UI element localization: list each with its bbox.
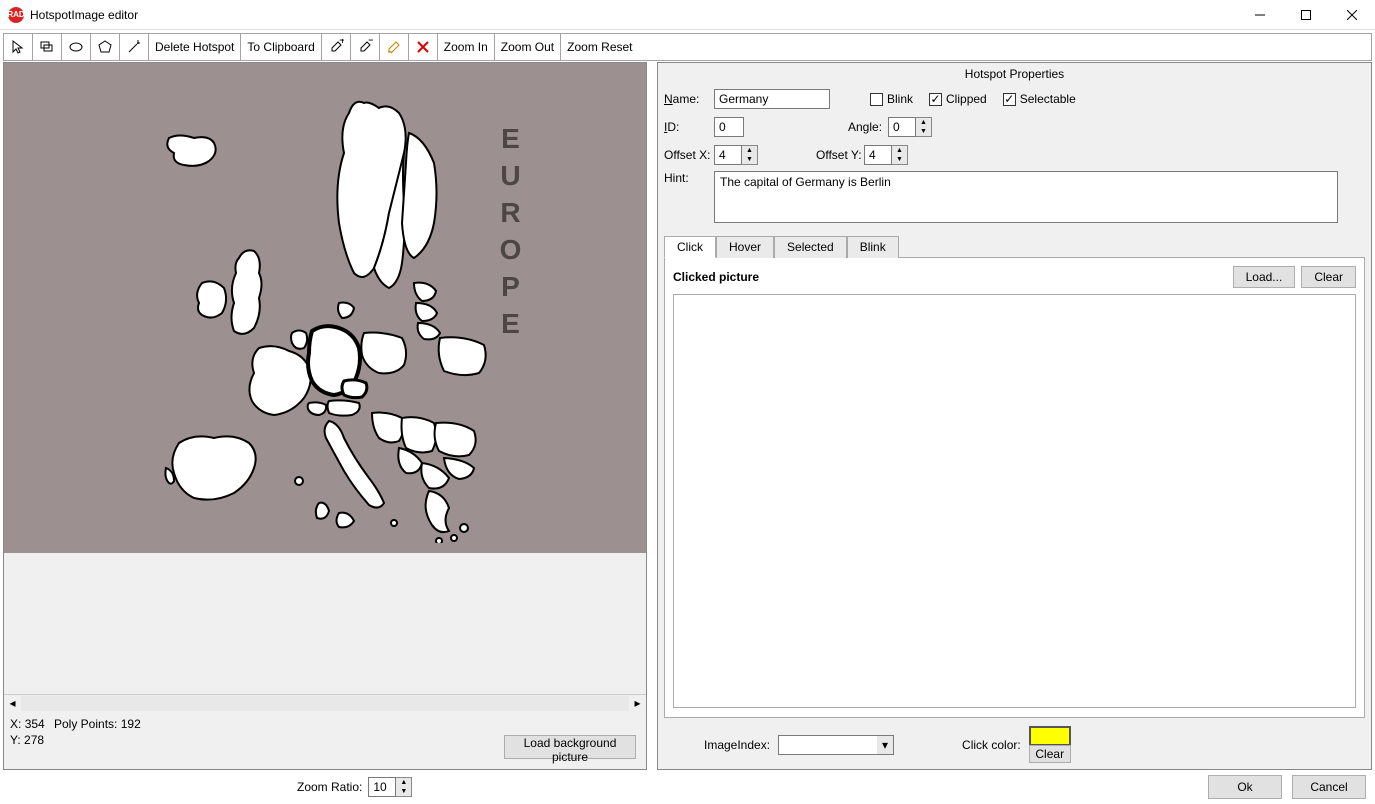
name-label: Name: [664,92,714,106]
panel-title: Hotspot Properties [664,65,1365,87]
pen-add-tool[interactable]: + [322,34,351,60]
offsety-input[interactable] [864,145,892,165]
offsety-spinner[interactable]: ▲▼ [892,145,908,165]
angle-spinner[interactable]: ▲▼ [916,117,932,137]
clear-color-button[interactable]: Clear [1029,745,1071,763]
offsety-label: Offset Y: [816,148,864,162]
delete-x-tool[interactable] [409,34,438,60]
pen-add-icon: + [328,39,344,55]
checkbox-icon: ✓ [1003,93,1016,106]
scroll-left-arrow[interactable]: ◂ [4,695,21,712]
pointer-icon [10,39,26,55]
pen-remove-icon: − [357,39,373,55]
polygon-icon [97,39,113,55]
click-color-swatch[interactable] [1029,726,1071,746]
tab-click[interactable]: Click [664,236,716,258]
maximize-icon [1301,10,1311,20]
edit-tool[interactable] [380,34,409,60]
blink-checkbox[interactable]: Blink [870,92,913,106]
tab-hover[interactable]: Hover [716,236,774,258]
clipped-checkbox[interactable]: ✓ Clipped [929,92,987,106]
load-background-button[interactable]: Load background picture [504,735,636,759]
rectangle-icon [39,39,55,55]
load-picture-button[interactable]: Load... [1233,266,1296,288]
checkbox-icon: ✓ [929,93,942,106]
zoom-out-button[interactable]: Zoom Out [495,34,561,60]
image-index-label: ImageIndex: [704,738,770,752]
status-polypoints: Poly Points: 192 [54,717,141,731]
titlebar: RAD HotspotImage editor [0,0,1375,30]
europe-map [144,83,564,543]
zoom-reset-button[interactable]: Zoom Reset [561,34,638,60]
x-icon [415,39,431,55]
canvas-pane: EUROPE [3,62,647,770]
offsetx-spinner[interactable]: ▲▼ [742,145,758,165]
ellipse-icon [68,39,84,55]
name-input[interactable] [714,89,830,109]
click-color-label: Click color: [962,738,1021,752]
window-title: HotspotImage editor [30,8,138,22]
minimize-button[interactable] [1237,0,1283,30]
hint-label: Hint: [664,171,714,185]
clear-picture-button[interactable]: Clear [1301,266,1356,288]
scroll-track[interactable] [21,696,629,711]
edit-icon [386,39,402,55]
angle-input[interactable] [888,117,916,137]
angle-label: Angle: [848,120,888,134]
delete-hotspot-button[interactable]: Delete Hotspot [149,34,241,60]
offsetx-label: Offset X: [664,148,714,162]
footer: Zoom Ratio: ▲▼ Ok Cancel [3,773,1372,801]
zoom-in-button[interactable]: Zoom In [438,34,495,60]
tab-blink[interactable]: Blink [847,236,899,258]
cancel-button[interactable]: Cancel [1292,775,1366,799]
zoom-ratio-label: Zoom Ratio: [297,780,362,794]
toolbar: Delete Hotspot To Clipboard + − Zoom In … [3,33,1372,61]
svg-text:−: − [368,39,373,47]
to-clipboard-button[interactable]: To Clipboard [241,34,321,60]
id-label: ID: [664,120,714,134]
h-scrollbar[interactable]: ◂ ▸ [4,694,646,711]
selectable-checkbox[interactable]: ✓ Selectable [1003,92,1076,106]
properties-pane: Hotspot Properties Name: Blink ✓ Clipped… [657,62,1372,770]
minimize-icon [1255,10,1265,20]
blink-label: Blink [887,92,913,106]
id-input[interactable] [714,117,744,137]
picture-preview [673,294,1356,708]
scroll-right-arrow[interactable]: ▸ [629,695,646,712]
tab-body: Clicked picture Load... Clear [664,258,1365,718]
tabs: Click Hover Selected Blink [664,235,1365,258]
ellipse-tool[interactable] [62,34,91,60]
tab-selected[interactable]: Selected [774,236,847,258]
svg-text:+: + [339,39,344,47]
close-button[interactable] [1329,0,1375,30]
pen-remove-tool[interactable]: − [351,34,380,60]
ok-button[interactable]: Ok [1208,775,1282,799]
close-icon [1347,10,1357,20]
canvas[interactable]: EUROPE [4,63,646,553]
clipped-label: Clipped [946,92,987,106]
status-x: X: 354 [10,717,45,731]
chevron-down-icon: ▾ [877,736,893,754]
maximize-button[interactable] [1283,0,1329,30]
hint-input[interactable] [714,171,1338,223]
status-y: Y: 278 [10,733,44,747]
checkbox-icon [870,93,883,106]
image-index-combo[interactable]: ▾ [778,735,894,755]
app-icon: RAD [8,7,24,23]
polygon-tool[interactable] [91,34,120,60]
rectangle-tool[interactable] [33,34,62,60]
zoom-ratio-input[interactable] [368,777,396,797]
pointer-tool[interactable] [4,34,33,60]
offsetx-input[interactable] [714,145,742,165]
selectable-label: Selectable [1020,92,1076,106]
clicked-picture-label: Clicked picture [673,270,759,284]
wand-tool[interactable] [120,34,149,60]
zoom-ratio-spinner[interactable]: ▲▼ [396,777,412,797]
wand-icon [126,39,142,55]
